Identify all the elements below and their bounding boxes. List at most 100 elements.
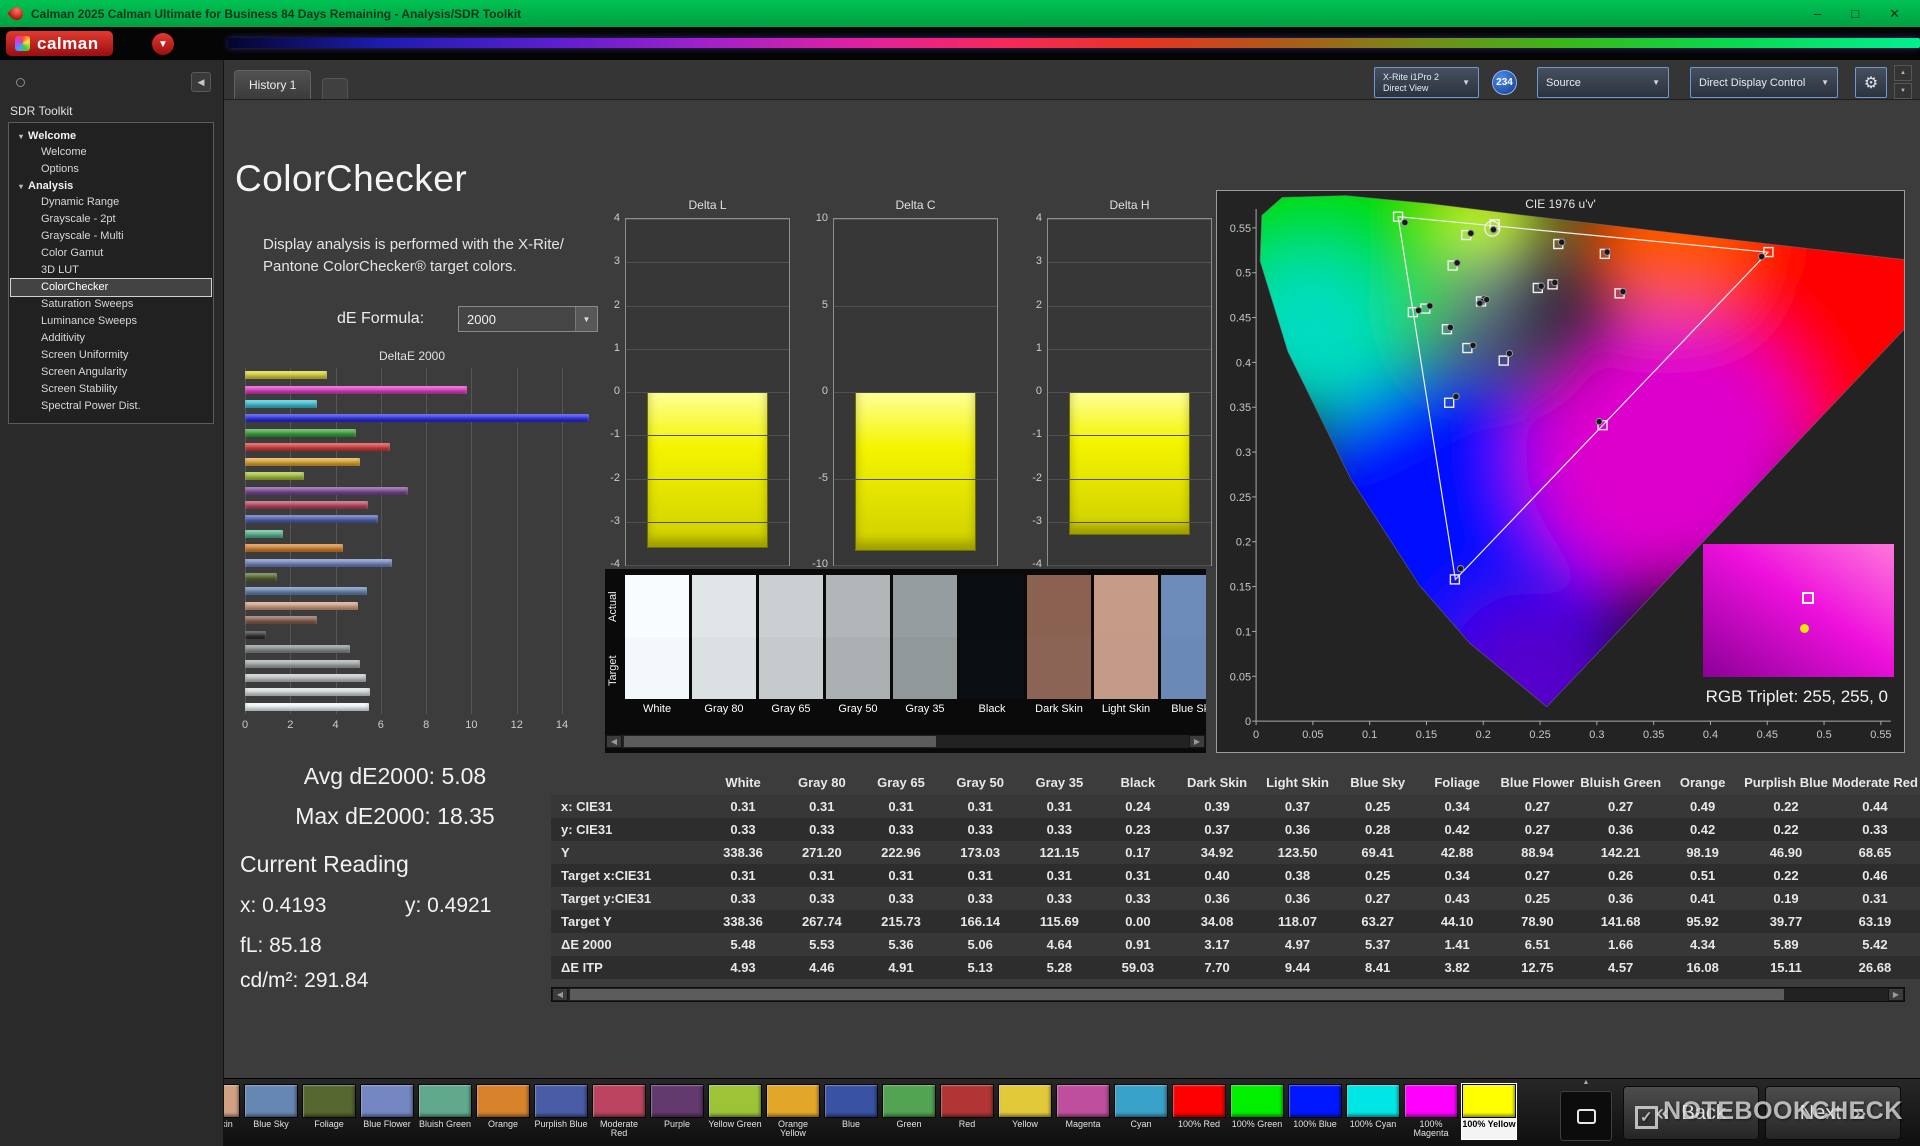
patch-swatch (1288, 1084, 1342, 1118)
patch-button-100-blue[interactable]: 100% Blue (1288, 1084, 1342, 1139)
y-tick-label: 1 (595, 342, 620, 354)
gridline (626, 262, 789, 263)
sidebar-collapse-button[interactable]: ◀ (191, 72, 211, 92)
meter-label: X-Rite i1Pro 2 Direct View (1383, 72, 1439, 94)
patch-button-orange[interactable]: Orange (476, 1084, 530, 1139)
sidebar-item-grayscale-multi[interactable]: Grayscale - Multi (11, 228, 211, 245)
swatch-light-skin[interactable]: Light Skin (1094, 575, 1158, 717)
swatch-gray-50[interactable]: Gray 50 (826, 575, 890, 717)
calman-logo[interactable]: calman (6, 31, 113, 56)
table-row-x-cie31: x: CIE310.310.310.310.310.310.240.390.37… (551, 795, 1920, 818)
sidebar-item-dynamic-range[interactable]: Dynamic Range (11, 194, 211, 211)
close-button[interactable]: ✕ (1889, 0, 1900, 27)
swatch-blue-sky[interactable]: Blue Sky (1161, 575, 1206, 717)
logo-menu-button[interactable]: ▼ (152, 33, 174, 55)
sidebar-item-screen-uniformity[interactable]: Screen Uniformity (11, 347, 211, 364)
next-button[interactable]: Next » (1765, 1086, 1901, 1140)
sidebar-item-screen-angularity[interactable]: Screen Angularity (11, 364, 211, 381)
sidebar-item-screen-stability[interactable]: Screen Stability (11, 381, 211, 398)
table-scrollbar[interactable]: ◀ ▶ (551, 987, 1905, 1002)
max-de2000-readout: Max dE2000: 18.35 (230, 803, 560, 830)
tab-history-1[interactable]: History 1 (234, 70, 311, 99)
scrollbar-thumb[interactable] (624, 736, 936, 747)
swatch-gray-65[interactable]: Gray 65 (759, 575, 823, 717)
patch-button-green[interactable]: Green (882, 1084, 936, 1139)
swatch-target (960, 637, 1024, 699)
cie-measurement-dot (1604, 249, 1610, 255)
patch-button-100-green[interactable]: 100% Green (1230, 1084, 1284, 1139)
patch-button-bluish-green[interactable]: Bluish Green (418, 1084, 472, 1139)
back-button[interactable]: « Back (1623, 1086, 1759, 1140)
scroll-right-icon[interactable]: ▶ (1189, 735, 1205, 748)
patch-button-purple[interactable]: Purple (650, 1084, 704, 1139)
swatch-black[interactable]: Black (960, 575, 1024, 717)
cie-measurement-dot (1447, 324, 1453, 330)
sidebar-item-saturation-sweeps[interactable]: Saturation Sweeps (11, 296, 211, 313)
swatch-actual (692, 575, 756, 637)
patch-button-moderate-red[interactable]: Moderate Red (592, 1084, 646, 1139)
page-description: Display analysis is performed with the X… (263, 234, 564, 278)
tree-section-analysis[interactable]: ▾Analysis (11, 178, 211, 194)
patch-button-100-cyan[interactable]: 100% Cyan (1346, 1084, 1400, 1139)
scroll-left-icon[interactable]: ◀ (552, 988, 568, 1001)
sidebar-item-color-gamut[interactable]: Color Gamut (11, 245, 211, 262)
patch-button-100-magenta[interactable]: 100% Magenta (1404, 1084, 1458, 1139)
col-header-dark-skin: Dark Skin (1177, 769, 1257, 795)
minimize-button[interactable]: – (1814, 0, 1821, 27)
swatch-white[interactable]: White (625, 575, 689, 717)
col-header-purplish-blue: Purplish Blue (1742, 769, 1830, 795)
x-tick-label: 10 (465, 719, 477, 731)
patch-swatch (244, 1084, 298, 1118)
patch-button-100-red[interactable]: 100% Red (1172, 1084, 1226, 1139)
patch-button-100-yellow[interactable]: 100% Yellow (1462, 1084, 1516, 1139)
patch-button-purplish-blue[interactable]: Purplish Blue (534, 1084, 588, 1139)
gridline (1048, 262, 1211, 263)
de-formula-select[interactable]: 2000 ▼ (458, 306, 598, 332)
source-dropdown[interactable]: Source ▼ (1537, 67, 1669, 98)
spin-down-icon[interactable]: ▼ (1894, 83, 1912, 99)
patch-swatch (360, 1084, 414, 1118)
tree-section-label: Welcome (28, 130, 76, 142)
settings-gear-button[interactable]: ⚙ (1855, 67, 1887, 98)
scroll-left-icon[interactable]: ◀ (606, 735, 622, 748)
patch-button-blue-flower[interactable]: Blue Flower (360, 1084, 414, 1139)
sidebar-item-options[interactable]: Options (11, 161, 211, 178)
deltae-bar-dark-skin (245, 616, 317, 624)
patch-button-light-skin[interactable]: Light Skin (224, 1084, 240, 1139)
sidebar-item-grayscale-2pt[interactable]: Grayscale - 2pt (11, 211, 211, 228)
patch-button-yellow[interactable]: Yellow (998, 1084, 1052, 1139)
y-tick-label: 10 (803, 212, 828, 224)
scrollbar-thumb[interactable] (570, 989, 1784, 1000)
patch-button-cyan[interactable]: Cyan (1114, 1084, 1168, 1139)
swatch-gray-35[interactable]: Gray 35 (893, 575, 957, 717)
swatch-target (1027, 637, 1091, 699)
patch-swatch (766, 1084, 820, 1118)
swatch-gray-80[interactable]: Gray 80 (692, 575, 756, 717)
sidebar-item-3d-lut[interactable]: 3D LUT (11, 262, 211, 279)
sidebar-item-spectral-power-dist[interactable]: Spectral Power Dist. (11, 398, 211, 415)
tree-section-welcome[interactable]: ▾Welcome (11, 128, 211, 144)
maximize-button[interactable]: □ (1851, 0, 1859, 27)
pattern-window-button[interactable] (1560, 1091, 1612, 1141)
patch-button-foliage[interactable]: Foliage (302, 1084, 356, 1139)
toolbar-collapse-button[interactable]: ▲ (1574, 1079, 1598, 1090)
patch-button-magenta[interactable]: Magenta (1056, 1084, 1110, 1139)
patch-button-orange-yellow[interactable]: Orange Yellow (766, 1084, 820, 1139)
swatch-dark-skin[interactable]: Dark Skin (1027, 575, 1091, 717)
spin-up-icon[interactable]: ▲ (1894, 65, 1912, 81)
sidebar-item-welcome[interactable]: Welcome (11, 144, 211, 161)
patch-button-yellow-green[interactable]: Yellow Green (708, 1084, 762, 1139)
sidebar-item-colorchecker[interactable]: ColorChecker (11, 279, 211, 296)
gridline (626, 219, 789, 220)
sidebar-item-additivity[interactable]: Additivity (11, 330, 211, 347)
scroll-right-icon[interactable]: ▶ (1888, 988, 1904, 1001)
display-control-dropdown[interactable]: Direct Display Control ▼ (1690, 67, 1838, 98)
tab-new[interactable] (322, 78, 348, 99)
sidebar-item-luminance-sweeps[interactable]: Luminance Sweeps (11, 313, 211, 330)
patch-button-red[interactable]: Red (940, 1084, 994, 1139)
swatch-scrollbar[interactable]: ◀ ▶ (605, 734, 1206, 749)
swatch-label: Gray 35 (893, 699, 957, 717)
patch-button-blue[interactable]: Blue (824, 1084, 878, 1139)
meter-dropdown[interactable]: X-Rite i1Pro 2 Direct View ▼ (1374, 67, 1479, 98)
patch-button-blue-sky[interactable]: Blue Sky (244, 1084, 298, 1139)
